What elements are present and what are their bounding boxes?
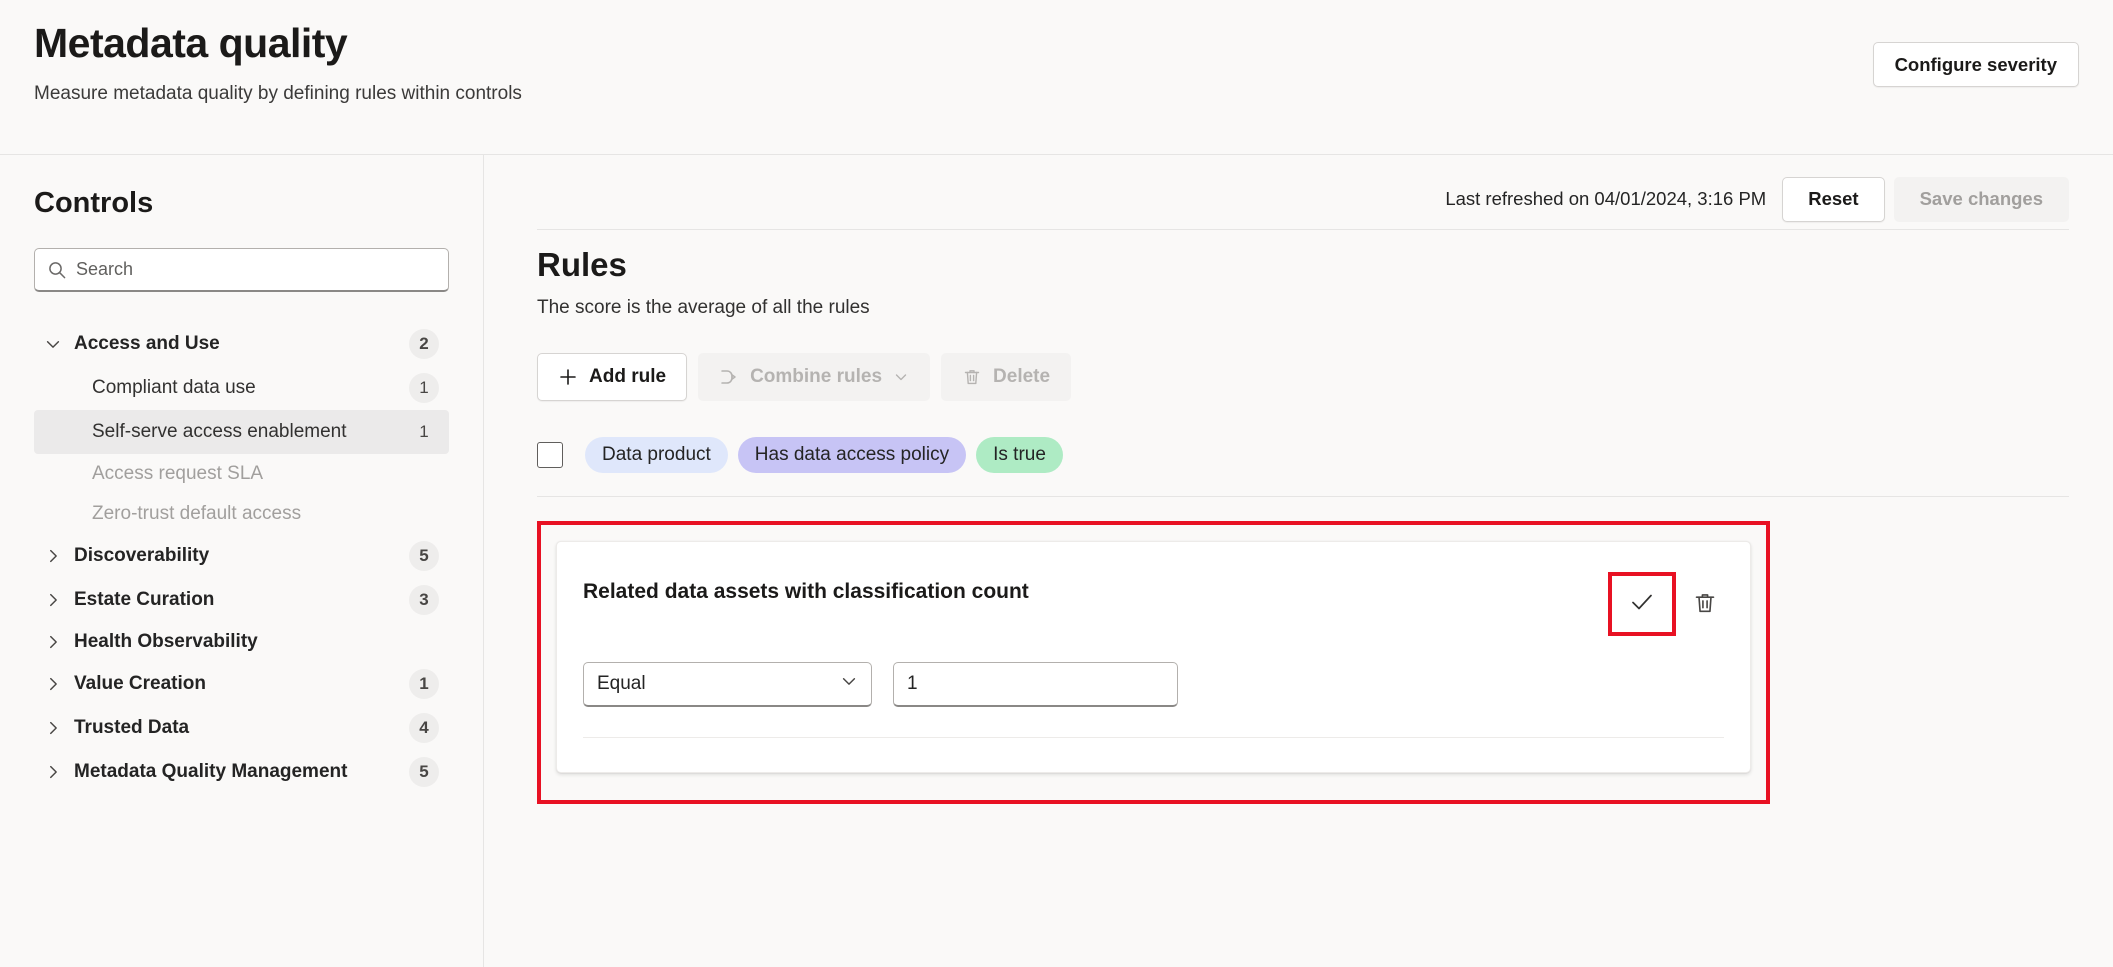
main-panel: Last refreshed on 04/01/2024, 3:16 PM Re…: [484, 155, 2113, 967]
rule-pill-group: Data product Has data access policy Is tru…: [585, 437, 1063, 473]
search-box[interactable]: [34, 248, 449, 292]
search-input[interactable]: [76, 259, 436, 280]
chevron-down-icon: [42, 335, 64, 353]
chevron-right-icon: [42, 547, 64, 565]
sidebar-item-count: 3: [409, 585, 439, 615]
sidebar-item-self-serve-access-enablement[interactable]: Self-serve access enablement1: [34, 410, 449, 454]
combine-rules-label: Combine rules: [750, 366, 882, 388]
operator-value: Equal: [597, 673, 840, 695]
rule-pill[interactable]: Is true: [976, 437, 1063, 473]
operator-select[interactable]: Equal: [583, 662, 872, 707]
sidebar-item-metadata-quality-management[interactable]: Metadata Quality Management5: [34, 750, 449, 794]
sidebar-item-access-request-sla: Access request SLA: [34, 454, 449, 494]
sidebar-item-value-creation[interactable]: Value Creation1: [34, 662, 449, 706]
rule-editor-inputs: Equal: [583, 662, 1724, 707]
delete-rules-button: Delete: [941, 353, 1071, 401]
sidebar-item-label: Metadata Quality Management: [74, 759, 409, 784]
sidebar-item-label: Self-serve access enablement: [92, 419, 409, 444]
delete-label: Delete: [993, 366, 1050, 388]
combine-icon: [719, 367, 739, 387]
chevron-right-icon: [42, 719, 64, 737]
add-rule-label: Add rule: [589, 366, 666, 388]
plus-icon: [558, 367, 578, 387]
sidebar-item-access-and-use[interactable]: Access and Use2: [34, 322, 449, 366]
chevron-down-icon: [840, 672, 858, 696]
sidebar-item-label: Discoverability: [74, 543, 409, 568]
controls-tree: Access and Use2Compliant data use1Self-s…: [34, 322, 449, 794]
sidebar-item-label: Access request SLA: [92, 461, 439, 486]
rule-editor-title: Related data assets with classification …: [583, 572, 1608, 604]
sidebar-item-label: Trusted Data: [74, 715, 409, 740]
page-title: Metadata quality: [34, 18, 2079, 69]
controls-sidebar: Controls Access and Use2Compliant data u…: [0, 155, 484, 967]
sidebar-item-count: 5: [409, 541, 439, 571]
sidebar-item-zero-trust-default-access: Zero-trust default access: [34, 494, 449, 534]
sidebar-item-label: Zero-trust default access: [92, 501, 439, 526]
sidebar-item-label: Health Observability: [74, 629, 439, 654]
rules-title: Rules: [537, 246, 2069, 284]
trash-icon: [962, 367, 982, 387]
rule-editor-card: Related data assets with classification …: [556, 541, 1751, 773]
body-container: Controls Access and Use2Compliant data u…: [0, 155, 2113, 967]
rule-select-checkbox[interactable]: [537, 442, 563, 468]
sidebar-item-health-observability[interactable]: Health Observability: [34, 622, 449, 662]
rule-summary-row: Data product Has data access policy Is tru…: [537, 437, 2069, 497]
sidebar-title: Controls: [34, 187, 449, 220]
sidebar-item-compliant-data-use[interactable]: Compliant data use1: [34, 366, 449, 410]
confirm-rule-button[interactable]: [1608, 572, 1676, 636]
main-toolbar: Last refreshed on 04/01/2024, 3:16 PM Re…: [537, 155, 2069, 229]
chevron-right-icon: [42, 763, 64, 781]
sidebar-item-count: 2: [409, 329, 439, 359]
sidebar-item-label: Compliant data use: [92, 375, 409, 400]
chevron-down-icon: [893, 369, 909, 385]
sidebar-item-count: 5: [409, 757, 439, 787]
sidebar-item-count: 4: [409, 713, 439, 743]
rules-action-row: Add rule Combine rules: [537, 353, 2069, 401]
sidebar-item-label: Access and Use: [74, 331, 409, 356]
chevron-right-icon: [42, 633, 64, 651]
add-rule-button[interactable]: Add rule: [537, 353, 687, 401]
chevron-right-icon: [42, 675, 64, 693]
rules-header: Rules The score is the average of all th…: [537, 229, 2069, 319]
search-icon: [47, 260, 67, 280]
sidebar-item-count: 1: [409, 669, 439, 699]
sidebar-item-count: 1: [409, 417, 439, 447]
rule-pill[interactable]: Data product: [585, 437, 728, 473]
checkmark-icon: [1627, 587, 1657, 622]
sidebar-item-label: Value Creation: [74, 671, 409, 696]
sidebar-item-estate-curation[interactable]: Estate Curation3: [34, 578, 449, 622]
last-refreshed-text: Last refreshed on 04/01/2024, 3:16 PM: [1445, 188, 1766, 210]
rule-value-input[interactable]: [893, 662, 1178, 707]
sidebar-item-label: Estate Curation: [74, 587, 409, 612]
configure-severity-button[interactable]: Configure severity: [1873, 42, 2079, 87]
sidebar-item-count: 1: [409, 373, 439, 403]
rules-subtitle: The score is the average of all the rule…: [537, 297, 2069, 319]
page-header: Metadata quality Measure metadata qualit…: [0, 0, 2113, 155]
rule-editor-header: Related data assets with classification …: [583, 572, 1724, 636]
rule-pill[interactable]: Has data access policy: [738, 437, 966, 473]
rule-editor-actions: [1608, 572, 1724, 636]
chevron-right-icon: [42, 591, 64, 609]
combine-rules-button: Combine rules: [698, 353, 930, 401]
rule-editor-highlight: Related data assets with classification …: [537, 521, 1770, 804]
sidebar-item-discoverability[interactable]: Discoverability5: [34, 534, 449, 578]
sidebar-item-trusted-data[interactable]: Trusted Data4: [34, 706, 449, 750]
delete-rule-button[interactable]: [1686, 585, 1724, 623]
rule-card-divider: [583, 737, 1724, 738]
page-subtitle: Measure metadata quality by defining rul…: [34, 83, 2079, 105]
save-changes-button: Save changes: [1894, 177, 2069, 222]
trash-icon: [1692, 590, 1718, 619]
reset-button[interactable]: Reset: [1782, 177, 1884, 222]
